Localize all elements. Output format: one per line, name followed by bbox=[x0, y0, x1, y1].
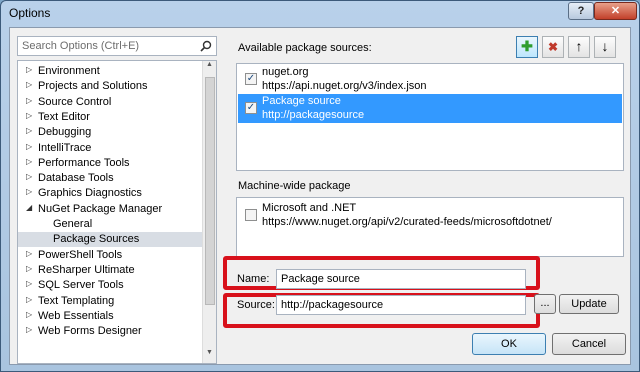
expand-arrow-icon[interactable]: ▷ bbox=[26, 325, 34, 334]
search-input[interactable]: Search Options (Ctrl+E) bbox=[17, 36, 217, 56]
ok-button[interactable]: OK bbox=[472, 333, 546, 355]
expand-arrow-icon[interactable]: ▷ bbox=[26, 295, 34, 304]
tree-item-label: Web Forms Designer bbox=[38, 325, 142, 338]
options-tree[interactable]: ▷ Environment ▷ Projects and Solutions ▷ Sour… bbox=[17, 60, 217, 364]
expand-arrow-icon[interactable]: ▷ bbox=[26, 310, 34, 319]
window-title: Options bbox=[9, 6, 51, 20]
scroll-down-icon[interactable]: ▼ bbox=[203, 349, 216, 363]
tree-item[interactable]: ▷ Database Tools bbox=[18, 171, 204, 186]
expand-arrow-icon[interactable]: ▷ bbox=[26, 249, 34, 258]
tree-item[interactable]: ▷ Text Templating bbox=[18, 294, 204, 309]
title-bar: Options ? ✕ bbox=[1, 1, 639, 25]
tree-item-label: Database Tools bbox=[38, 172, 114, 185]
expand-arrow-icon[interactable]: ▷ bbox=[26, 264, 34, 273]
tree-item-label: Package Sources bbox=[53, 233, 140, 246]
tree-item-label: General bbox=[53, 218, 93, 230]
tree-item-label: Source Control bbox=[38, 95, 112, 108]
tree-item[interactable]: ▷ Performance Tools bbox=[18, 156, 204, 171]
tree-item[interactable]: General bbox=[18, 217, 204, 232]
tree-item[interactable]: ◢ NuGet Package Manager bbox=[18, 202, 204, 217]
search-icon[interactable] bbox=[200, 40, 212, 52]
source-item-nuget-org[interactable]: ✓ nuget.org https://api.nuget.org/v3/ind… bbox=[238, 65, 622, 94]
tree-item-label: Graphics Diagnostics bbox=[38, 187, 142, 200]
arrow-down-icon: ↓ bbox=[601, 38, 609, 54]
scroll-up-icon[interactable]: ▲ bbox=[203, 61, 216, 75]
tree-item-label: Environment bbox=[38, 65, 100, 77]
tree-item-label: NuGet Package Manager bbox=[38, 202, 163, 215]
available-sources-list[interactable]: ✓ nuget.org https://api.nuget.org/v3/ind… bbox=[236, 63, 624, 171]
browse-button[interactable]: ... bbox=[534, 294, 556, 314]
tree-item[interactable]: Package Sources bbox=[18, 232, 204, 248]
expand-arrow-icon[interactable]: ▷ bbox=[26, 172, 34, 181]
source-field[interactable]: http://packagesource bbox=[276, 295, 526, 315]
machine-wide-label: Machine-wide package bbox=[238, 180, 351, 192]
tree-item-label: Projects and Solutions bbox=[38, 80, 148, 93]
name-label: Name: bbox=[237, 273, 270, 285]
tree-item[interactable]: ▷ SQL Server Tools bbox=[18, 278, 204, 293]
tree-item-label: IntelliTrace bbox=[38, 141, 92, 154]
expand-arrow-icon[interactable]: ▷ bbox=[26, 126, 34, 135]
collapse-arrow-icon[interactable]: ◢ bbox=[26, 203, 34, 212]
expand-arrow-icon[interactable]: ▷ bbox=[26, 65, 34, 74]
add-source-button[interactable]: ✚ bbox=[516, 36, 538, 58]
tree-item[interactable]: ▷ Text Editor bbox=[18, 110, 204, 125]
tree-item-label: SQL Server Tools bbox=[38, 279, 124, 292]
move-down-button[interactable]: ↓ bbox=[594, 36, 616, 58]
source-label: Source: bbox=[237, 299, 275, 311]
help-button[interactable]: ? bbox=[568, 2, 594, 20]
tree-item[interactable]: ▷ PowerShell Tools bbox=[18, 248, 204, 263]
source-checkbox[interactable] bbox=[245, 209, 257, 221]
tree-item[interactable]: ▷ Graphics Diagnostics bbox=[18, 186, 204, 201]
source-checkbox[interactable]: ✓ bbox=[245, 73, 257, 85]
source-name: Microsoft and .NET bbox=[262, 202, 357, 214]
name-field[interactable]: Package source bbox=[276, 269, 526, 289]
tree-scrollbar[interactable]: ▲ ▼ bbox=[202, 61, 216, 363]
remove-icon: ✖ bbox=[547, 40, 559, 54]
expand-arrow-icon[interactable]: ▷ bbox=[26, 279, 34, 288]
close-button[interactable]: ✕ bbox=[594, 2, 637, 20]
source-url: https://api.nuget.org/v3/index.json bbox=[262, 80, 427, 92]
available-sources-label: Available package sources: bbox=[238, 42, 372, 54]
update-button[interactable]: Update bbox=[559, 294, 619, 314]
tree-item[interactable]: ▷ Projects and Solutions bbox=[18, 79, 204, 94]
expand-arrow-icon[interactable]: ▷ bbox=[26, 157, 34, 166]
search-placeholder: Search Options (Ctrl+E) bbox=[22, 40, 140, 52]
source-checkbox[interactable]: ✓ bbox=[245, 102, 257, 114]
plus-icon: ✚ bbox=[521, 38, 533, 54]
tree-item-label: Web Essentials bbox=[38, 309, 114, 322]
source-url: https://www.nuget.org/api/v2/curated-fee… bbox=[262, 216, 552, 228]
cancel-button[interactable]: Cancel bbox=[552, 333, 626, 355]
arrow-up-icon: ↑ bbox=[575, 38, 583, 54]
source-name: Package source bbox=[262, 95, 341, 107]
tree-item[interactable]: ▷ Environment bbox=[18, 64, 204, 79]
expand-arrow-icon[interactable]: ▷ bbox=[26, 111, 34, 120]
tree-item[interactable]: ▷ Web Forms Designer bbox=[18, 324, 204, 339]
tree-item[interactable]: ▷ Web Essentials bbox=[18, 309, 204, 324]
remove-source-button[interactable]: ✖ bbox=[542, 36, 564, 58]
tree-item[interactable]: ▷ IntelliTrace bbox=[18, 141, 204, 156]
source-item-microsoft-dotnet[interactable]: Microsoft and .NET https://www.nuget.org… bbox=[238, 201, 622, 230]
tree-item[interactable]: ▷ Source Control bbox=[18, 95, 204, 110]
machine-wide-list[interactable]: Microsoft and .NET https://www.nuget.org… bbox=[236, 197, 624, 257]
tree-item-label: Text Editor bbox=[38, 110, 90, 123]
tree-item-label: Text Templating bbox=[38, 294, 115, 307]
tree-item-label: Debugging bbox=[38, 126, 92, 139]
source-url: http://packagesource bbox=[262, 109, 365, 121]
tree-item[interactable]: ▷ Debugging bbox=[18, 125, 204, 140]
source-item-package-source[interactable]: ✓ Package source http://packagesource bbox=[238, 94, 622, 123]
move-up-button[interactable]: ↑ bbox=[568, 36, 590, 58]
tree-item-label: Performance Tools bbox=[38, 156, 130, 169]
expand-arrow-icon[interactable]: ▷ bbox=[26, 187, 34, 196]
source-name: nuget.org bbox=[262, 66, 309, 78]
expand-arrow-icon[interactable]: ▷ bbox=[26, 142, 34, 151]
dialog-client-area: Search Options (Ctrl+E) ▷ Environment ▷ Pro… bbox=[9, 27, 631, 365]
expand-arrow-icon[interactable]: ▷ bbox=[26, 80, 34, 89]
tree-item-label: PowerShell Tools bbox=[38, 248, 123, 261]
expand-arrow-icon[interactable]: ▷ bbox=[26, 96, 34, 105]
tree-item-label: ReSharper Ultimate bbox=[38, 263, 135, 276]
scroll-thumb[interactable] bbox=[205, 77, 215, 305]
tree-item[interactable]: ▷ ReSharper Ultimate bbox=[18, 263, 204, 278]
options-dialog: Options ? ✕ Search Options (Ctrl+E) ▷ Env… bbox=[0, 0, 640, 372]
